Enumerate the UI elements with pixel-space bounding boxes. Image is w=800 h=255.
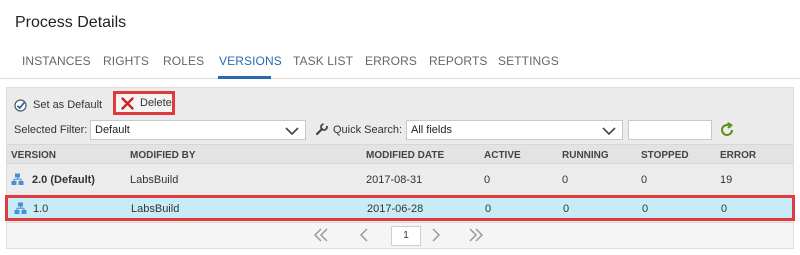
error-cell: 19 bbox=[720, 174, 733, 186]
column-header-running[interactable]: RUNNING bbox=[562, 150, 609, 161]
error-cell: 0 bbox=[721, 203, 728, 215]
column-header-modified-date[interactable]: MODIFIED DATE bbox=[366, 150, 444, 161]
versions-panel: Set as Default Delete Selected Filter: D… bbox=[5, 87, 795, 249]
set-as-default-label: Set as Default bbox=[33, 99, 103, 111]
running-cell: 0 bbox=[563, 203, 570, 215]
set-as-default-button[interactable]: Set as Default bbox=[14, 96, 102, 114]
column-header-stopped[interactable]: STOPPED bbox=[641, 150, 689, 161]
column-header-error[interactable]: ERROR bbox=[720, 150, 756, 161]
selected-filter-value: Default bbox=[95, 124, 130, 136]
page-number-input[interactable]: 1 bbox=[391, 226, 421, 246]
tab-task-list[interactable]: TASK LIST bbox=[293, 54, 353, 68]
modified-by-cell: LabsBuild bbox=[131, 203, 180, 215]
tab-rights[interactable]: RIGHTS bbox=[103, 54, 149, 68]
quick-search-field-dropdown[interactable]: All fields bbox=[406, 120, 623, 140]
chevron-down-icon bbox=[285, 124, 299, 142]
refresh-icon[interactable] bbox=[719, 122, 735, 141]
selected-filter-label: Selected Filter: bbox=[14, 124, 88, 136]
wrench-icon bbox=[315, 123, 328, 139]
tab-bar: INSTANCES RIGHTS ROLES VERSIONS TASK LIS… bbox=[0, 44, 800, 79]
tab-errors[interactable]: ERRORS bbox=[365, 54, 417, 68]
modified-date-cell: 2017-08-31 bbox=[366, 174, 423, 186]
delete-x-icon bbox=[121, 96, 134, 110]
checkmark-circle-icon bbox=[14, 98, 27, 112]
table-row[interactable]: 2.0 (Default) LabsBuild 2017-08-31 0 0 0… bbox=[7, 168, 793, 192]
delete-button[interactable]: Delete bbox=[113, 91, 175, 115]
version-cell: 1.0 bbox=[33, 203, 49, 215]
version-cell: 2.0 (Default) bbox=[32, 174, 95, 186]
column-header-modified-by[interactable]: MODIFIED BY bbox=[130, 150, 196, 161]
table-row-selected[interactable]: 1.0 LabsBuild 2017-06-28 0 0 0 0 bbox=[5, 195, 795, 221]
quick-search-input[interactable] bbox=[628, 120, 712, 140]
selected-filter-dropdown[interactable]: Default bbox=[90, 120, 306, 140]
active-cell: 0 bbox=[485, 203, 492, 215]
quick-search-label: Quick Search: bbox=[333, 124, 403, 136]
tab-settings[interactable]: SETTINGS bbox=[498, 54, 559, 68]
tab-instances[interactable]: INSTANCES bbox=[22, 54, 91, 68]
column-header-version[interactable]: VERSION bbox=[11, 150, 56, 161]
quick-search-field-value: All fields bbox=[411, 124, 452, 136]
process-version-icon bbox=[11, 173, 24, 191]
column-header-active[interactable]: ACTIVE bbox=[484, 150, 521, 161]
tab-roles[interactable]: ROLES bbox=[163, 54, 204, 68]
process-version-icon bbox=[14, 202, 27, 220]
active-tab-indicator bbox=[218, 76, 271, 79]
first-page-icon[interactable] bbox=[313, 227, 329, 248]
grid-header: VERSION MODIFIED BY MODIFIED DATE ACTIVE… bbox=[7, 144, 793, 164]
tab-versions[interactable]: VERSIONS bbox=[219, 54, 282, 68]
modified-date-cell: 2017-06-28 bbox=[367, 203, 424, 215]
next-page-icon[interactable] bbox=[430, 227, 442, 248]
stopped-cell: 0 bbox=[642, 203, 649, 215]
previous-page-icon[interactable] bbox=[358, 227, 370, 248]
stopped-cell: 0 bbox=[641, 174, 648, 186]
active-cell: 0 bbox=[484, 174, 491, 186]
chevron-down-icon bbox=[602, 124, 616, 142]
tab-reports[interactable]: REPORTS bbox=[429, 54, 488, 68]
last-page-icon[interactable] bbox=[468, 227, 484, 248]
filter-row: Selected Filter: Default Quick Search: A… bbox=[7, 119, 795, 141]
delete-label: Delete bbox=[140, 97, 172, 109]
page-title: Process Details bbox=[15, 14, 127, 31]
modified-by-cell: LabsBuild bbox=[130, 174, 179, 186]
running-cell: 0 bbox=[562, 174, 569, 186]
pager: 1 bbox=[7, 222, 793, 248]
